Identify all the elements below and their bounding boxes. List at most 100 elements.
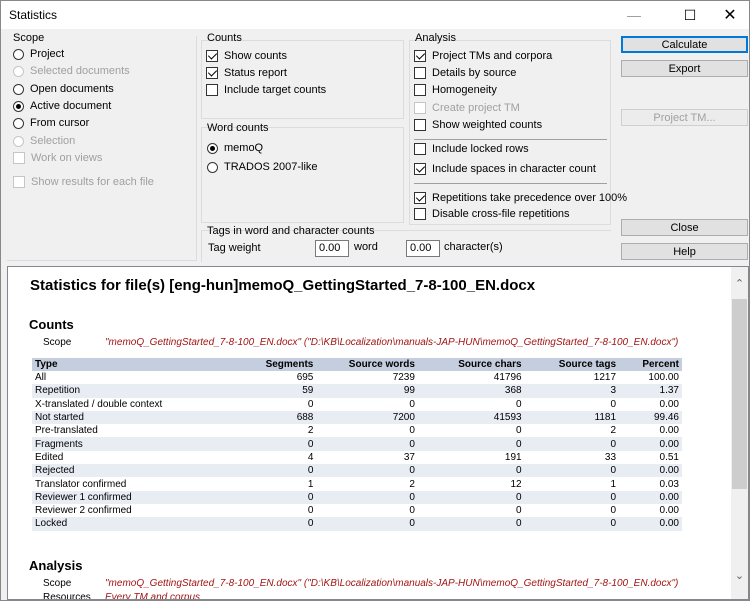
table-cell: 2 <box>610 425 617 437</box>
analysis-option-homogeneity[interactable]: Homogeneity <box>414 82 497 98</box>
table-row: Translator confirmed 1 2 12 1 0.03 <box>32 477 682 490</box>
table-cell: 0.00 <box>619 517 682 531</box>
counts-option-include-target-counts[interactable]: Include target counts <box>206 82 326 98</box>
table-cell: 0 <box>516 505 522 517</box>
analysis-option-include-locked-rows[interactable]: Include locked rows <box>414 141 529 157</box>
tag-weight-label: Tag weight <box>208 242 261 254</box>
checkbox-icon[interactable] <box>13 152 25 164</box>
checkbox-icon[interactable] <box>414 84 426 96</box>
scroll-up-icon[interactable]: ⌃ <box>731 275 748 292</box>
scope-option-selected-documents: Selected documents <box>13 63 130 79</box>
analysis-option-show-weighted-counts[interactable]: Show weighted counts <box>414 117 542 133</box>
analysis-option-repetitions-take-precedence-over-100[interactable]: Repetitions take precedence over 100% <box>414 190 627 206</box>
statistics-dialog: Statistics — ☐ ✕ Scope Project Selected d… <box>0 0 750 601</box>
report-pane[interactable]: Statistics for file(s) [eng-hun]memoQ_Ge… <box>7 266 749 600</box>
export-button[interactable]: Export <box>621 60 748 77</box>
table-cell: 0.51 <box>659 451 679 463</box>
counts-heading: Counts <box>29 317 74 332</box>
analysis-option-project-tms-and-corpora[interactable]: Project TMs and corpora <box>414 48 552 64</box>
option-label: From cursor <box>30 117 90 129</box>
option-label: Status report <box>224 67 287 79</box>
analysis-option-include-spaces-in-character-count[interactable]: Include spaces in character count <box>414 161 596 177</box>
radio-button-icon[interactable] <box>13 48 24 60</box>
table-cell: 695 <box>296 372 314 384</box>
table-cell: Pre-translated <box>35 425 98 437</box>
scope-option-active-document[interactable]: Active document <box>13 98 111 114</box>
radio-button-icon[interactable] <box>207 142 218 154</box>
table-cell: 368 <box>417 384 525 398</box>
checkbox-icon[interactable] <box>206 84 218 96</box>
table-cell: 0 <box>417 464 525 478</box>
scrollbar-thumb[interactable] <box>732 299 747 489</box>
radio-button-icon[interactable] <box>13 135 24 147</box>
column-header-source-tags: Source tags <box>524 358 620 371</box>
vertical-scrollbar[interactable]: ⌃ ⌄ <box>731 267 748 599</box>
analysis-option-disable-cross-file-repetitions[interactable]: Disable cross-file repetitions <box>414 206 570 222</box>
table-cell: 12 <box>510 478 522 490</box>
table-cell: 0 <box>235 437 317 451</box>
table-cell: 0 <box>409 398 415 410</box>
radio-button-icon[interactable] <box>13 100 24 112</box>
help-button[interactable]: Help <box>621 243 748 260</box>
radio-button-icon[interactable] <box>13 65 24 77</box>
close-window-button[interactable]: ✕ <box>707 1 750 29</box>
resources-value: Every TM and corpus <box>105 592 201 600</box>
close-button[interactable]: Close <box>621 219 748 236</box>
minimize-button[interactable]: — <box>611 1 657 29</box>
table-cell: 1 <box>307 478 314 490</box>
scroll-down-icon[interactable]: ⌄ <box>731 567 748 584</box>
checkbox-icon[interactable] <box>414 67 426 79</box>
option-label: memoQ <box>224 142 264 154</box>
table-cell: 2 <box>409 478 415 490</box>
table-row: Not started 688 7200 41593 1181 99.46 <box>32 410 682 425</box>
checkbox-icon[interactable] <box>13 176 25 188</box>
scope-option-project[interactable]: Project <box>13 46 64 62</box>
table-cell: Not started <box>32 410 236 425</box>
table-cell: Reviewer 1 confirmed <box>32 490 236 504</box>
checkbox-icon[interactable] <box>414 119 426 131</box>
checkbox-icon[interactable] <box>414 192 426 204</box>
table-cell: 0 <box>417 490 525 504</box>
table-row: Locked 0 0 0 0 0.00 <box>32 517 682 531</box>
checkbox-icon[interactable] <box>414 163 426 175</box>
option-label: TRADOS 2007-like <box>224 161 318 173</box>
checkbox-icon[interactable] <box>414 208 426 220</box>
scope-option-from-cursor[interactable]: From cursor <box>13 115 89 131</box>
scope-option-show-results-for-each-file: Show results for each file <box>13 174 154 190</box>
checkbox-icon[interactable] <box>206 67 218 79</box>
radio-button-icon[interactable] <box>13 83 24 95</box>
scope-option-open-documents[interactable]: Open documents <box>13 81 114 97</box>
word-count-option-memoq[interactable]: memoQ <box>207 140 263 156</box>
table-cell: 0 <box>524 437 620 451</box>
option-label: Show weighted counts <box>432 119 543 131</box>
counts-table: Type Segments Source words Source chars Sour… <box>32 358 682 531</box>
counts-option-status-report[interactable]: Status report <box>206 65 287 81</box>
checkbox-icon[interactable] <box>414 102 426 114</box>
option-label: Open documents <box>30 83 114 95</box>
table-cell: Translator confirmed <box>35 478 127 490</box>
checkbox-icon[interactable] <box>414 50 426 62</box>
table-cell: 0 <box>316 490 418 504</box>
table-cell: 1.37 <box>619 384 682 398</box>
table-cell: 0.00 <box>659 398 679 410</box>
table-cell: 0 <box>524 464 620 478</box>
table-row: Repetition 59 99 368 3 1.37 <box>32 384 682 398</box>
option-label: Homogeneity <box>432 84 497 96</box>
radio-button-icon[interactable] <box>207 161 218 173</box>
table-cell: All <box>35 372 47 384</box>
word-count-option-trados-2007-like[interactable]: TRADOS 2007-like <box>207 159 318 175</box>
checkbox-icon[interactable] <box>414 143 426 155</box>
radio-button-icon[interactable] <box>13 117 24 129</box>
option-label: Active document <box>30 100 112 112</box>
tags-title: Tags in word and character counts <box>207 225 375 237</box>
calculate-button[interactable]: Calculate <box>621 36 748 53</box>
counts-option-show-counts[interactable]: Show counts <box>206 48 287 64</box>
table-cell: 0 <box>316 517 418 531</box>
table-cell: 41593 <box>417 410 525 425</box>
tag-weight-word-input[interactable]: 0.00 <box>315 240 349 257</box>
tag-weight-char-input[interactable]: 0.00 <box>406 240 440 257</box>
table-cell: 0 <box>235 490 317 504</box>
checkbox-icon[interactable] <box>206 50 218 62</box>
project-tm-button[interactable]: Project TM... <box>621 109 748 126</box>
analysis-option-details-by-source[interactable]: Details by source <box>414 65 516 81</box>
